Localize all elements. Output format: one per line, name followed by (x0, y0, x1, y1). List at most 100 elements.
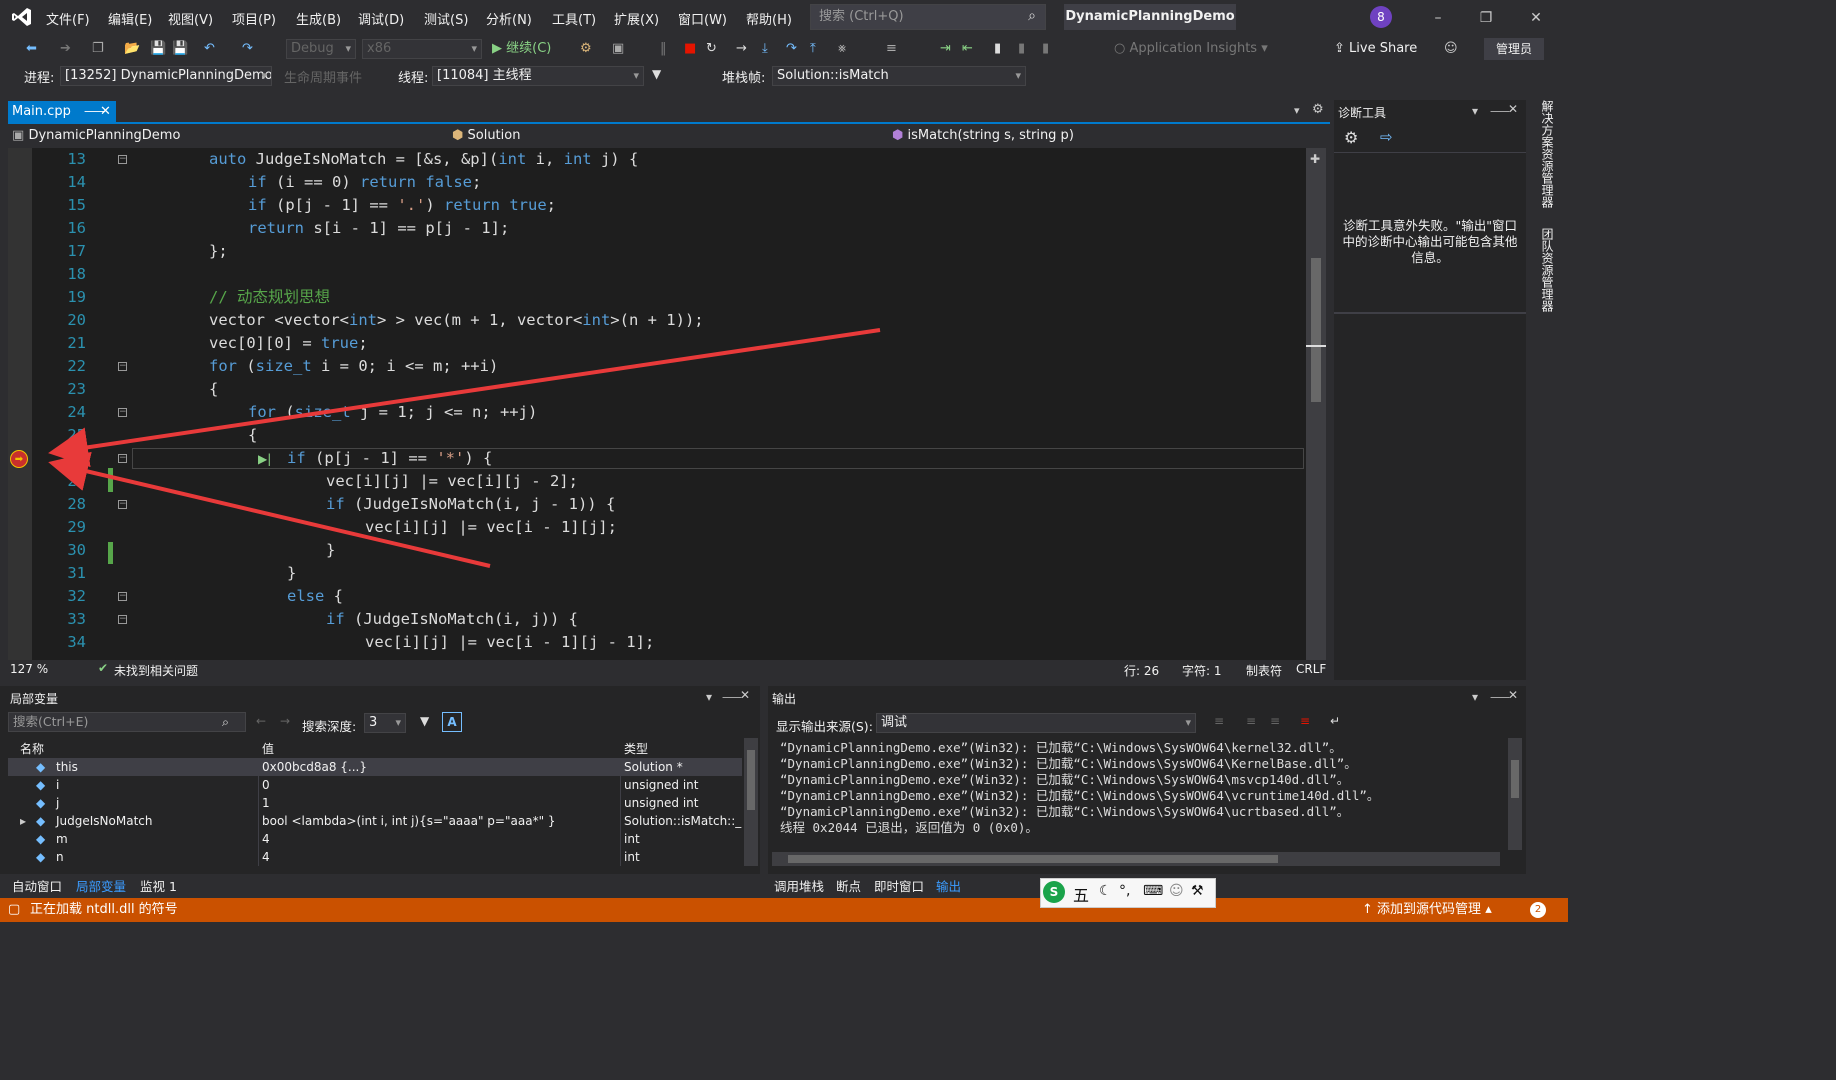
back-icon[interactable]: ⬅ (26, 39, 37, 59)
zoom-level[interactable]: 127 % (10, 662, 48, 676)
lifecycle-events[interactable]: 生命周期事件 (284, 67, 362, 86)
bottom-tab[interactable]: 输出 (936, 876, 961, 895)
output-source-dropdown[interactable]: 调试 (876, 713, 1196, 733)
table-row[interactable]: ◆ i 0 unsigned int (8, 776, 742, 794)
tab-main-cpp[interactable]: Main.cpp ⸺ ✕ (8, 101, 116, 123)
stop-icon[interactable]: ■ (684, 39, 696, 59)
variable-value[interactable]: bool <lambda>(int i, int j){s="aaaa" p="… (262, 812, 618, 830)
project-nav-dropdown[interactable]: ▣ DynamicPlanningDemo (12, 126, 448, 146)
live-share-button[interactable]: ⇪ Live Share (1334, 39, 1417, 59)
scrollbar-thumb[interactable] (1311, 258, 1321, 402)
variable-value[interactable]: 0x00bcd8a8 {...} (262, 758, 618, 776)
code-editor[interactable]: ➡ 13 14 15 16 17 18 19 20 21 22 23 24 25 26 27 28 29 30 31… (8, 148, 1306, 660)
table-row[interactable]: ◆ n 4 int (8, 848, 742, 866)
visual-studio-logo-icon[interactable] (10, 6, 34, 28)
ime-mode[interactable]: 五 (1073, 882, 1089, 906)
menu-item[interactable]: 文件(F) (46, 9, 90, 28)
collapse-toggle-icon[interactable]: − (118, 500, 127, 509)
restart-icon[interactable]: ↻ (706, 39, 717, 59)
column-value[interactable]: 值 (262, 740, 274, 757)
feedback-icon[interactable]: ☺ (1444, 39, 1458, 59)
scrollbar-thumb[interactable] (788, 855, 1278, 863)
menu-item[interactable]: 工具(T) (552, 9, 596, 28)
bottom-tab[interactable]: 调用堆栈 (774, 876, 824, 895)
process-dropdown[interactable]: [13252] DynamicPlanningDemo (60, 66, 272, 86)
menu-item[interactable]: 视图(V) (168, 9, 213, 28)
collapse-toggle-icon[interactable]: − (118, 408, 127, 417)
tab-close-icon[interactable]: ✕ (100, 101, 111, 123)
menu-item[interactable]: 调试(D) (358, 9, 404, 28)
forward-icon[interactable]: → (280, 714, 290, 728)
filter-icon[interactable]: ▼ (420, 714, 429, 728)
panel-menu-icon[interactable]: ▾ (706, 690, 712, 704)
restore-icon[interactable]: ❐ (1476, 8, 1496, 28)
search-depth-dropdown[interactable]: 3 (364, 713, 406, 733)
panel-close-icon[interactable]: ✕ (740, 688, 750, 702)
collapse-toggle-icon[interactable]: − (118, 155, 127, 164)
continue-button[interactable]: ▶ 继续(C) (492, 39, 551, 59)
configuration-dropdown[interactable]: Debug (286, 39, 356, 59)
search-icon[interactable]: ⌕ (1024, 8, 1040, 24)
open-folder-icon[interactable]: 📂 (124, 39, 140, 59)
settings-icon[interactable]: ⚙ (1344, 128, 1358, 147)
bottom-tab[interactable]: 自动窗口 (12, 876, 62, 895)
export-icon[interactable]: ⇨ (1380, 128, 1393, 146)
save-icon[interactable]: 💾 (150, 39, 166, 59)
panel-menu-icon[interactable]: ▾ (1472, 104, 1478, 118)
expand-arrow-icon[interactable]: ▸ (20, 812, 26, 830)
bottom-tab[interactable]: 监视 1 (140, 876, 177, 895)
bookmark-prev-icon[interactable]: ▮ (1018, 39, 1025, 59)
process-icon[interactable]: ⚙ (580, 39, 592, 59)
prev-message-icon[interactable]: ≡ (1246, 714, 1256, 728)
side-tab-solution-explorer[interactable]: 解决方案资源管理器 (1538, 100, 1556, 208)
menu-item[interactable]: 项目(P) (232, 9, 276, 28)
step-into-icon[interactable]: ⤓ (762, 39, 768, 59)
moon-icon[interactable]: ☾ (1099, 883, 1112, 899)
output-vertical-scrollbar[interactable] (1508, 738, 1522, 850)
redo-icon[interactable]: ↷ (242, 39, 253, 59)
variable-value[interactable]: 4 (262, 848, 618, 866)
outdent-icon[interactable]: ⇤ (962, 39, 973, 59)
variable-value[interactable]: 4 (262, 830, 618, 848)
clear-all-icon[interactable]: ≡ (1300, 714, 1310, 728)
word-wrap-icon[interactable]: ↵ (1330, 714, 1340, 728)
undo-icon[interactable]: ↶ (204, 39, 215, 59)
next-message-icon[interactable]: ≡ (1270, 714, 1280, 728)
pause-icon[interactable]: ‖ (660, 39, 667, 59)
table-row[interactable]: ◆ this 0x00bcd8a8 {...} Solution * (8, 758, 742, 776)
panel-menu-icon[interactable]: ▾ (1472, 690, 1478, 704)
scrollbar-thumb[interactable] (747, 750, 755, 810)
platform-dropdown[interactable]: x86 (362, 39, 482, 59)
browser-icon[interactable]: ▣ (612, 39, 624, 59)
menu-item[interactable]: 窗口(W) (678, 9, 727, 28)
bottom-tab[interactable]: 局部变量 (76, 876, 126, 895)
bottom-tab[interactable]: 即时窗口 (874, 876, 924, 895)
collapse-toggle-icon[interactable]: − (118, 362, 127, 371)
step-out-icon[interactable]: ⤒ (810, 39, 816, 59)
step-over-icon[interactable]: ↷ (786, 39, 797, 59)
bookmark-next-icon[interactable]: ▮ (1042, 39, 1049, 59)
column-type[interactable]: 类型 (624, 740, 648, 757)
notifications-badge[interactable]: 2 (1530, 902, 1546, 918)
minimize-icon[interactable]: – (1428, 8, 1448, 28)
keyboard-icon[interactable]: ⌨ (1143, 883, 1163, 899)
user-icon[interactable]: ☺ (1169, 883, 1184, 899)
indent-icon[interactable]: ⇥ (940, 39, 951, 59)
new-item-icon[interactable]: ❐ (92, 39, 104, 59)
output-horizontal-scrollbar[interactable] (772, 852, 1500, 866)
locals-search-input[interactable]: 搜索(Ctrl+E) ⌕ (8, 712, 246, 732)
locals-scrollbar[interactable] (744, 738, 758, 866)
back-icon[interactable]: ← (256, 714, 266, 728)
threads-icon[interactable]: ≡ (886, 39, 897, 59)
panel-close-icon[interactable]: ✕ (1508, 688, 1518, 702)
collapse-toggle-icon[interactable]: − (118, 454, 127, 463)
table-row[interactable]: ◆ j 1 unsigned int (8, 794, 742, 812)
side-tab-team-explorer[interactable]: 团队资源管理器 (1538, 228, 1556, 312)
thread-dropdown[interactable]: [11084] 主线程 (432, 66, 644, 86)
bookmark-icon[interactable]: ▮ (994, 39, 1001, 59)
table-row[interactable]: ▸ ◆ JudgeIsNoMatch bool <lambda>(int i, int… (8, 812, 742, 830)
hex-icon[interactable]: ⨳ (838, 39, 846, 59)
class-nav-dropdown[interactable]: ⬢ Solution (452, 126, 884, 146)
quick-search-input[interactable]: 搜索 (Ctrl+Q) (810, 4, 1046, 30)
menu-item[interactable]: 编辑(E) (108, 9, 152, 28)
